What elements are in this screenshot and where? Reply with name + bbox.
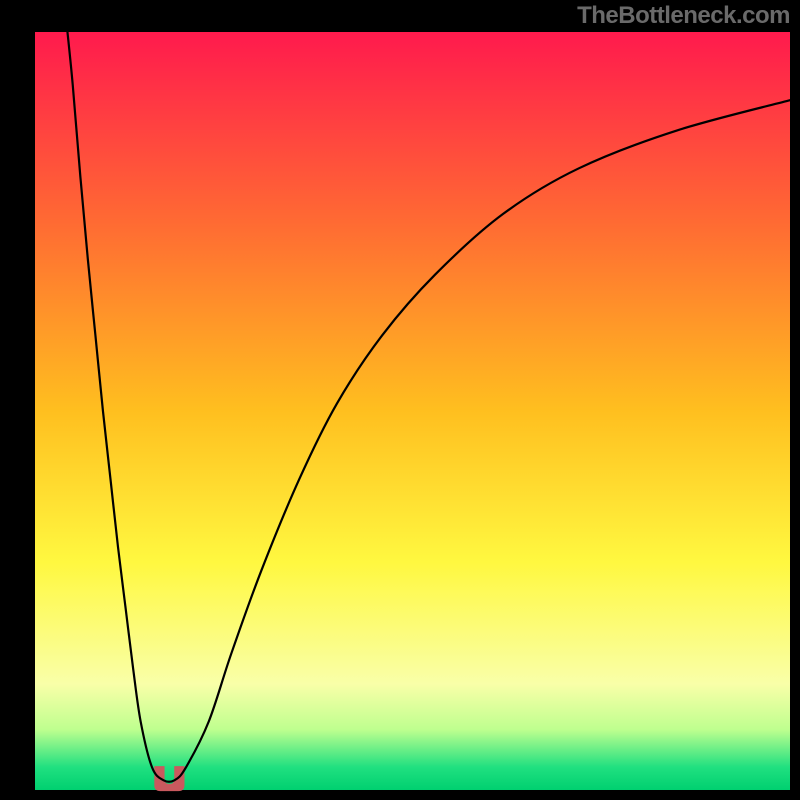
chart-frame: TheBottleneck.com	[0, 0, 800, 800]
gradient-background	[35, 32, 790, 790]
watermark-text: TheBottleneck.com	[577, 2, 790, 30]
bottleneck-chart	[0, 0, 800, 800]
